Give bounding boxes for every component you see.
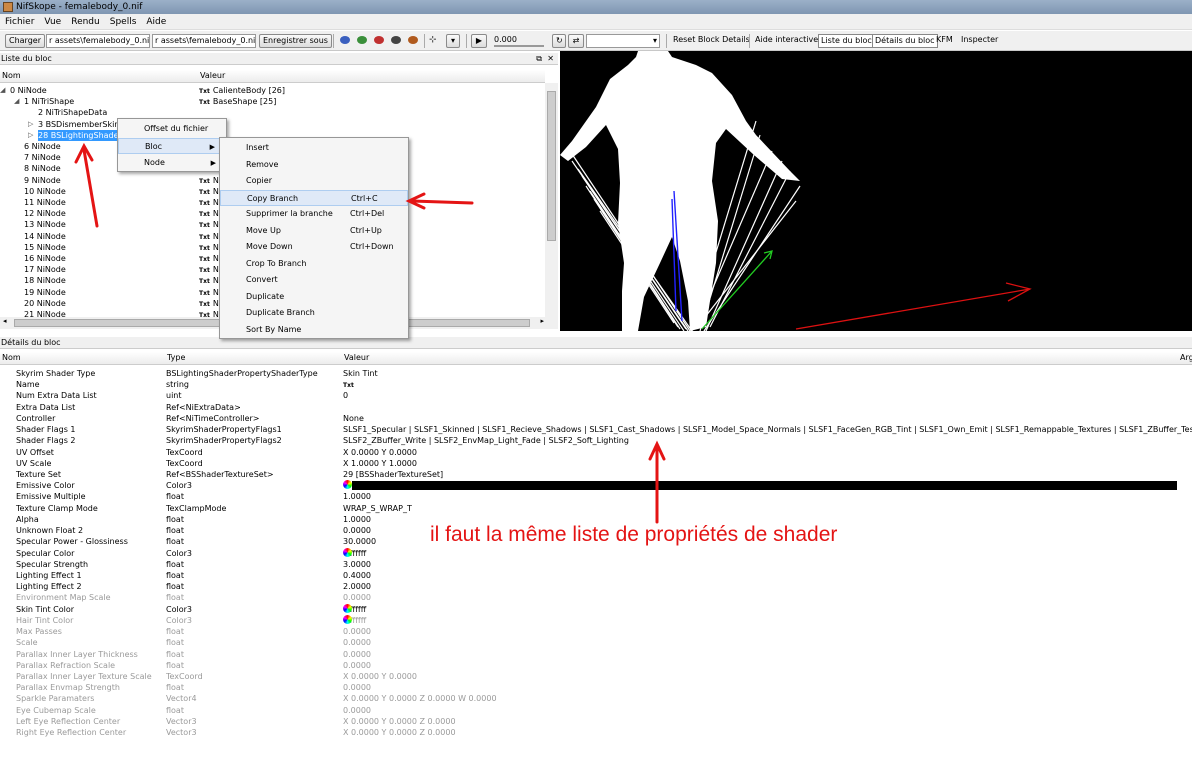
annotation-arrow-left [82,148,99,228]
annotation-text: il faut la même liste de propriétés de s… [430,523,838,546]
annotation-overlay [74,142,666,524]
annotation-arrow-menu [410,199,474,205]
